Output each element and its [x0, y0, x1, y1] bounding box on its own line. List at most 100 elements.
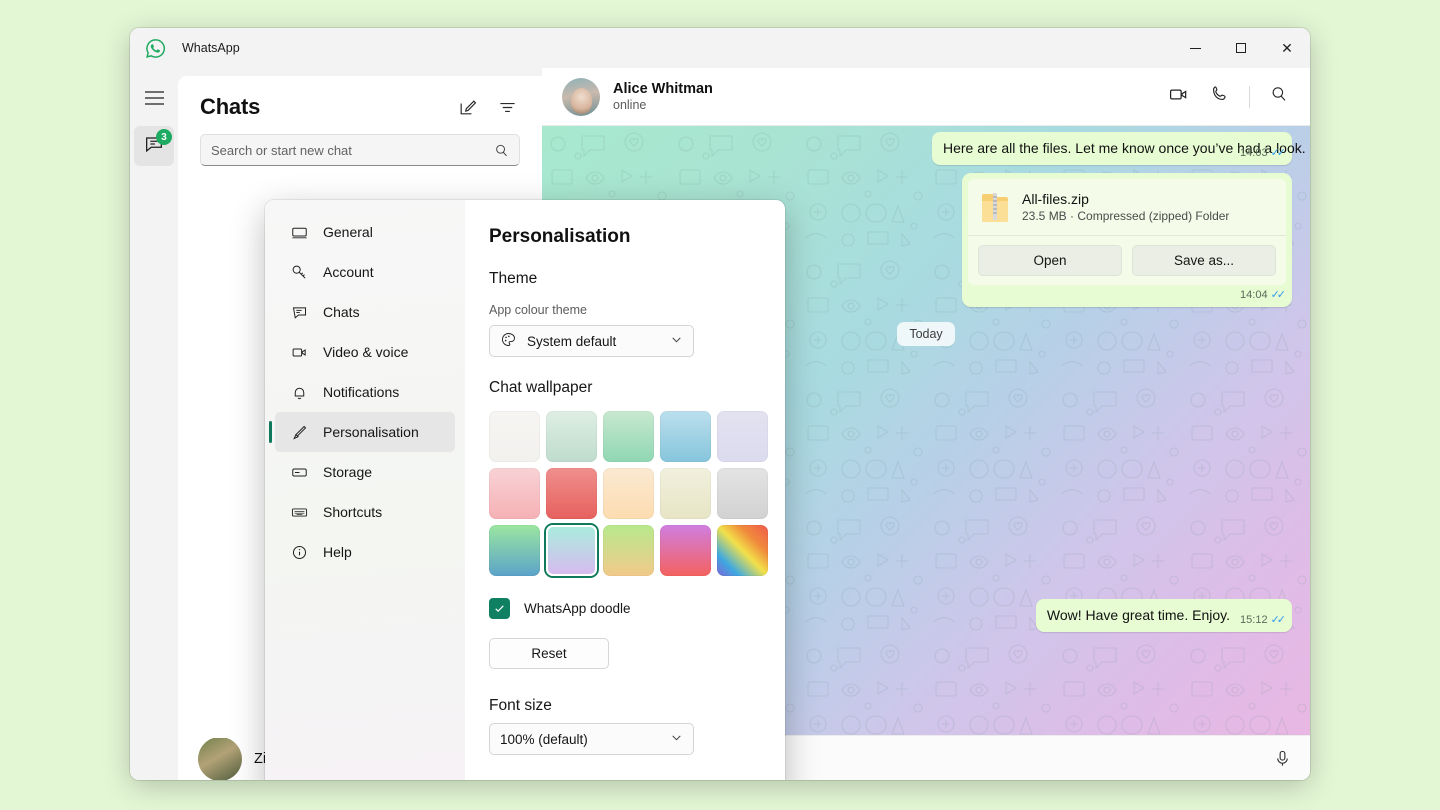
- window-title: WhatsApp: [182, 41, 240, 55]
- conversation-header: Alice Whitman online: [542, 68, 1310, 126]
- microphone-icon[interactable]: [1273, 749, 1292, 768]
- wallpaper-swatch-w7[interactable]: [546, 468, 597, 519]
- file-meta: 23.5 MB · Compressed (zipped) Folder: [1022, 209, 1229, 223]
- conversation-actions: [1168, 84, 1288, 110]
- sidebar-item-label: Storage: [323, 464, 372, 480]
- sidebar-item-general[interactable]: General: [275, 212, 455, 252]
- sidebar-item-help[interactable]: Help: [275, 532, 455, 572]
- sidebar-item-label: Shortcuts: [323, 504, 382, 520]
- doodle-label: WhatsApp doodle: [524, 601, 631, 616]
- font-size-select[interactable]: 100% (default): [489, 723, 694, 755]
- sidebar-item-video-voice[interactable]: Video & voice: [275, 332, 455, 372]
- message-meta: 15:12 ✓✓: [1240, 613, 1283, 626]
- wallpaper-swatch-w3[interactable]: [603, 411, 654, 462]
- message-bubble-file[interactable]: All-files.zip 23.5 MB · Compressed (zipp…: [962, 173, 1292, 307]
- settings-dialog: General Account Chats: [265, 200, 785, 780]
- wallpaper-swatch-w5[interactable]: [717, 411, 768, 462]
- file-card: All-files.zip 23.5 MB · Compressed (zipp…: [968, 179, 1286, 285]
- font-size-value: 100% (default): [500, 732, 588, 747]
- page-title: Chats: [200, 94, 260, 120]
- wallpaper-heading: Chat wallpaper: [489, 379, 759, 397]
- wallpaper-swatch-w11[interactable]: [489, 525, 540, 576]
- wallpaper-swatch-w1[interactable]: [489, 411, 540, 462]
- message-bubble-out[interactable]: Wow! Have great time. Enjoy. 15:12 ✓✓: [1036, 599, 1292, 632]
- sidebar-item-notifications[interactable]: Notifications: [275, 372, 455, 412]
- settings-title: Personalisation: [489, 226, 759, 248]
- wallpaper-swatch-w12[interactable]: [546, 525, 597, 576]
- day-divider-label: Today: [897, 322, 954, 346]
- message-bubble-out[interactable]: Here are all the files. Let me know once…: [932, 132, 1292, 165]
- close-button[interactable]: ✕: [1264, 28, 1310, 68]
- search-input[interactable]: [211, 143, 494, 158]
- sidebar-item-storage[interactable]: Storage: [275, 452, 455, 492]
- avatar[interactable]: [562, 78, 600, 116]
- theme-select[interactable]: System default: [489, 325, 694, 357]
- info-icon: [289, 544, 309, 561]
- checkmark-icon[interactable]: [489, 598, 510, 619]
- wallpaper-swatch-w4[interactable]: [660, 411, 711, 462]
- save-as-button[interactable]: Save as...: [1132, 245, 1276, 276]
- sidebar-item-label: Notifications: [323, 384, 399, 400]
- sidebar-item-account[interactable]: Account: [275, 252, 455, 292]
- desktop-background: WhatsApp ✕ 3 Chats: [0, 0, 1440, 810]
- rail-item-chats[interactable]: 3: [134, 126, 174, 166]
- search-box[interactable]: [200, 134, 520, 166]
- wallpaper-swatch-w14[interactable]: [660, 525, 711, 576]
- message-meta: 14:04 ✓✓: [1240, 288, 1283, 301]
- video-call-icon[interactable]: [1168, 84, 1189, 110]
- message-text: Here are all the files. Let me know once…: [932, 132, 1292, 165]
- new-chat-icon[interactable]: [454, 94, 480, 120]
- read-receipt-icon: ✓✓: [1271, 146, 1283, 159]
- sidebar-item-personalisation[interactable]: Personalisation: [275, 412, 455, 452]
- filter-icon[interactable]: [494, 94, 520, 120]
- whatsapp-logo-icon: [144, 37, 166, 59]
- storage-icon: [289, 464, 309, 481]
- chat-list-actions: [454, 94, 520, 120]
- key-icon: [289, 264, 309, 281]
- maximize-button[interactable]: [1218, 28, 1264, 68]
- sidebar-item-label: Account: [323, 264, 374, 280]
- sidebar-item-label: Video & voice: [323, 344, 408, 360]
- window-controls: ✕: [1172, 28, 1310, 68]
- close-icon: ✕: [1281, 41, 1293, 55]
- theme-heading: Theme: [489, 270, 759, 288]
- open-button[interactable]: Open: [978, 245, 1122, 276]
- phone-call-icon[interactable]: [1209, 84, 1229, 109]
- brush-icon: [289, 424, 309, 441]
- chat-list-header: Chats: [178, 76, 542, 128]
- avatar: [198, 738, 242, 780]
- day-divider: Today: [897, 325, 954, 343]
- file-actions: Open Save as...: [968, 235, 1286, 285]
- file-info-row: All-files.zip 23.5 MB · Compressed (zipp…: [968, 179, 1286, 235]
- contact-info: Alice Whitman online: [613, 81, 713, 112]
- wallpaper-swatch-w13[interactable]: [603, 525, 654, 576]
- message-time: 15:12: [1240, 614, 1268, 626]
- sidebar-item-shortcuts[interactable]: Shortcuts: [275, 492, 455, 532]
- sidebar-item-chats[interactable]: Chats: [275, 292, 455, 332]
- status-text: online: [613, 98, 713, 112]
- chevron-down-icon: [670, 731, 683, 747]
- wallpaper-swatch-w2[interactable]: [546, 411, 597, 462]
- left-nav-rail: 3: [130, 68, 178, 780]
- video-camera-icon: [289, 344, 309, 361]
- search-icon[interactable]: [494, 143, 509, 158]
- doodle-checkbox-row[interactable]: WhatsApp doodle: [489, 598, 759, 619]
- monitor-icon: [289, 224, 309, 241]
- minimize-button[interactable]: [1172, 28, 1218, 68]
- maximize-icon: [1236, 43, 1246, 53]
- wallpaper-swatch-w9[interactable]: [660, 468, 711, 519]
- reset-button[interactable]: Reset: [489, 638, 609, 669]
- window-titlebar: WhatsApp ✕: [130, 28, 1310, 68]
- wallpaper-swatch-w8[interactable]: [603, 468, 654, 519]
- wallpaper-swatch-w10[interactable]: [717, 468, 768, 519]
- wallpaper-swatch-w6[interactable]: [489, 468, 540, 519]
- hamburger-menu-button[interactable]: [134, 80, 174, 120]
- search-icon[interactable]: [1270, 85, 1288, 108]
- minimize-icon: [1190, 48, 1201, 49]
- contact-name: Alice Whitman: [613, 81, 713, 97]
- bell-icon: [289, 384, 309, 401]
- file-name: All-files.zip: [1022, 191, 1229, 207]
- sidebar-item-label: Personalisation: [323, 424, 419, 440]
- chevron-down-icon: [670, 333, 683, 349]
- wallpaper-swatch-w15[interactable]: [717, 525, 768, 576]
